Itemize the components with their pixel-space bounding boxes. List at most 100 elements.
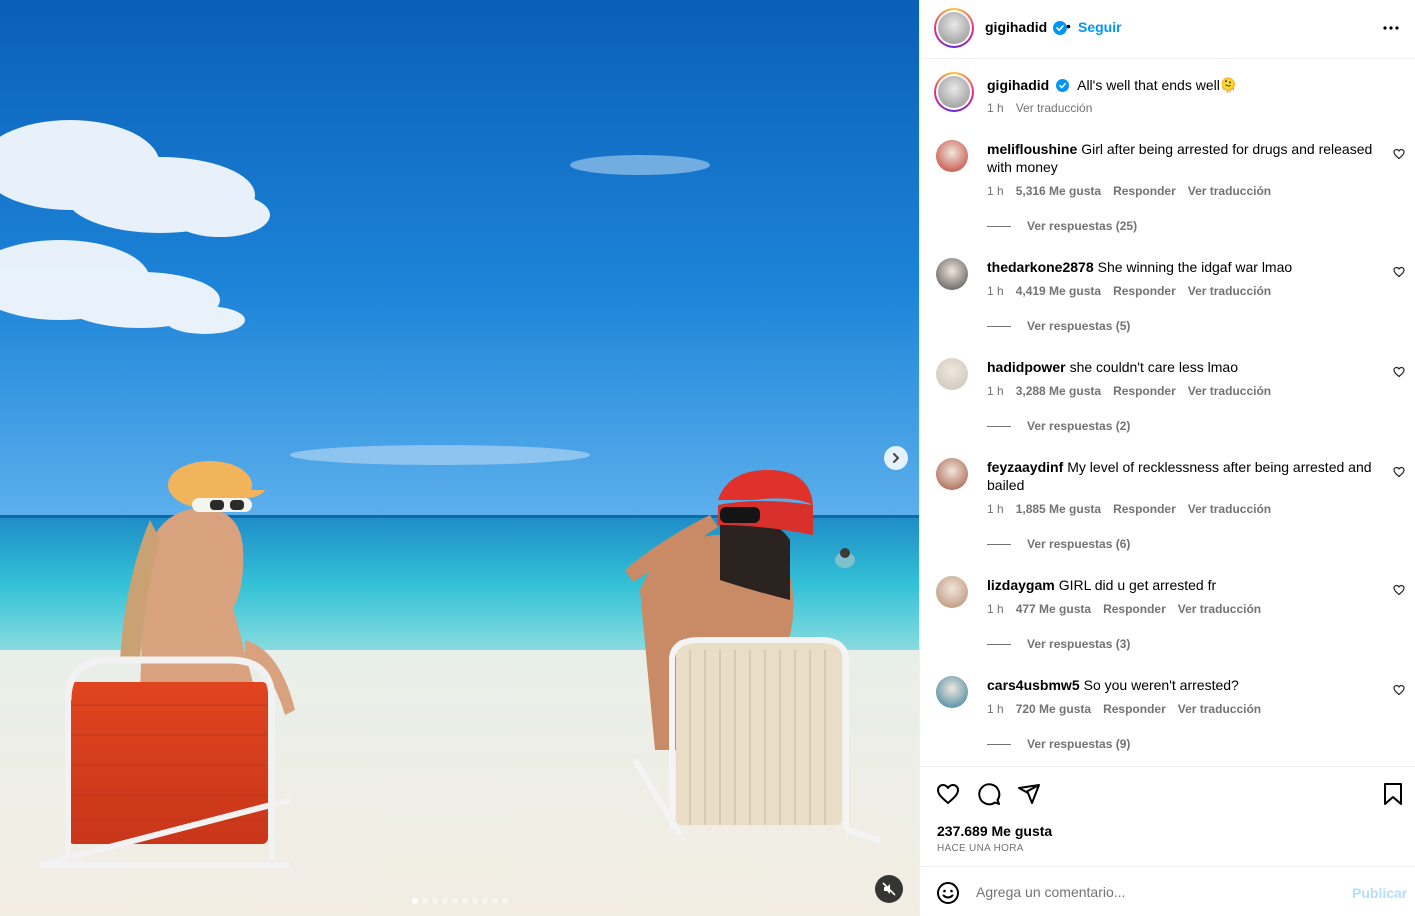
- comment-likes-count[interactable]: 477 Me gusta: [1016, 602, 1091, 616]
- comment-translate-link[interactable]: Ver traducción: [1188, 502, 1271, 516]
- comment-avatar[interactable]: [936, 676, 968, 708]
- comment-avatar[interactable]: [936, 458, 968, 490]
- comment-reply-button[interactable]: Responder: [1113, 284, 1176, 298]
- comment-avatar[interactable]: [936, 258, 968, 290]
- carousel-dot: [501, 898, 508, 904]
- comment-composer: Publicar: [920, 866, 1415, 916]
- view-replies-label: Ver respuestas (5): [1027, 319, 1131, 333]
- view-replies-button[interactable]: Ver respuestas (9): [987, 737, 1130, 751]
- view-replies-label: Ver respuestas (9): [1027, 737, 1131, 751]
- carousel-dot: [451, 898, 458, 904]
- share-send-icon[interactable]: [1017, 782, 1041, 806]
- post-header: gigihadid • Seguir: [920, 0, 1415, 59]
- comment-reply-button[interactable]: Responder: [1113, 502, 1176, 516]
- comment-like-heart-icon[interactable]: [1393, 466, 1405, 478]
- post-comment-button[interactable]: Publicar: [1352, 885, 1407, 901]
- likes-count[interactable]: 237.689 Me gusta: [937, 823, 1052, 839]
- save-bookmark-icon[interactable]: [1382, 782, 1404, 806]
- comment-reply-button[interactable]: Responder: [1103, 702, 1166, 716]
- caption-username[interactable]: gigihadid: [987, 77, 1049, 93]
- comment-username[interactable]: cars4usbmw5: [987, 677, 1080, 693]
- comment-username[interactable]: feyzaaydinf: [987, 459, 1063, 475]
- comment-text: So you weren't arrested?: [1083, 677, 1239, 693]
- comment-translate-link[interactable]: Ver traducción: [1178, 602, 1261, 616]
- post-actions: 237.689 Me gusta HACE UNA HORA: [920, 766, 1415, 866]
- comment-text-row: thedarkone2878 She winning the idgaf war …: [987, 258, 1377, 276]
- comment-username[interactable]: melifloushine: [987, 141, 1077, 157]
- comment-likes-count[interactable]: 1,885 Me gusta: [1016, 502, 1101, 516]
- beach-photo: [0, 0, 919, 916]
- author-username[interactable]: gigihadid: [985, 19, 1047, 35]
- caption-meta: 1 h Ver traducción: [987, 101, 1092, 115]
- comment-likes-count[interactable]: 3,288 Me gusta: [1016, 384, 1101, 398]
- comment-time: 1 h: [987, 384, 1004, 398]
- view-replies-button[interactable]: Ver respuestas (2): [987, 419, 1130, 433]
- carousel-dot: [421, 898, 428, 904]
- comment-like-heart-icon[interactable]: [1393, 584, 1405, 596]
- follow-button[interactable]: Seguir: [1078, 19, 1122, 35]
- comment-reply-button[interactable]: Responder: [1113, 384, 1176, 398]
- carousel-dot: [461, 898, 468, 904]
- caption-translate-link[interactable]: Ver traducción: [1016, 101, 1093, 115]
- comment-time: 1 h: [987, 602, 1004, 616]
- comment-like-heart-icon[interactable]: [1393, 148, 1405, 160]
- replies-divider: [987, 543, 1011, 545]
- comment-like-heart-icon[interactable]: [1393, 684, 1405, 696]
- carousel-dot: [471, 898, 478, 904]
- comment-bubble-icon[interactable]: [977, 782, 1001, 806]
- caption-text: All's well that ends well🫠: [1077, 77, 1238, 93]
- comment-avatar[interactable]: [936, 576, 968, 608]
- view-replies-button[interactable]: Ver respuestas (5): [987, 319, 1130, 333]
- carousel-dot: [441, 898, 448, 904]
- comment-translate-link[interactable]: Ver traducción: [1188, 184, 1271, 198]
- comment-text-row: cars4usbmw5 So you weren't arrested?: [987, 676, 1377, 694]
- verified-badge-icon: [1053, 21, 1067, 35]
- author-avatar[interactable]: [934, 8, 974, 48]
- replies-divider: [987, 643, 1011, 645]
- carousel-dot: [481, 898, 488, 904]
- comment-time: 1 h: [987, 502, 1004, 516]
- replies-divider: [987, 225, 1011, 227]
- post-media[interactable]: [0, 0, 919, 916]
- comment-username[interactable]: thedarkone2878: [987, 259, 1094, 275]
- comment-like-heart-icon[interactable]: [1393, 266, 1405, 278]
- comment-reply-button[interactable]: Responder: [1103, 602, 1166, 616]
- caption-avatar[interactable]: [934, 72, 974, 112]
- replies-divider: [987, 425, 1011, 427]
- comment-time: 1 h: [987, 184, 1004, 198]
- comment-text-row: melifloushine Girl after being arrested f…: [987, 140, 1377, 176]
- comment-username[interactable]: hadidpower: [987, 359, 1066, 375]
- view-replies-label: Ver respuestas (2): [1027, 419, 1131, 433]
- carousel-dot: [491, 898, 498, 904]
- comment-translate-link[interactable]: Ver traducción: [1188, 384, 1271, 398]
- view-replies-button[interactable]: Ver respuestas (3): [987, 637, 1130, 651]
- emoji-icon[interactable]: [936, 881, 960, 905]
- comment-likes-count[interactable]: 5,316 Me gusta: [1016, 184, 1101, 198]
- view-replies-label: Ver respuestas (6): [1027, 537, 1131, 551]
- replies-divider: [987, 325, 1011, 327]
- comment-input[interactable]: [976, 879, 1336, 905]
- comments-list[interactable]: gigihadid All's well that ends well🫠 1 h…: [920, 60, 1415, 766]
- comment-time: 1 h: [987, 702, 1004, 716]
- post-timestamp: HACE UNA HORA: [937, 843, 1024, 854]
- comment-translate-link[interactable]: Ver traducción: [1188, 284, 1271, 298]
- comment-meta: 1 h 477 Me gusta Responder Ver traducció…: [987, 602, 1261, 616]
- like-heart-icon[interactable]: [936, 782, 960, 806]
- next-slide-button[interactable]: [884, 446, 908, 470]
- view-replies-button[interactable]: Ver respuestas (6): [987, 537, 1130, 551]
- comment-meta: 1 h 720 Me gusta Responder Ver traducció…: [987, 702, 1261, 716]
- more-options-icon[interactable]: [1382, 19, 1400, 37]
- comment-avatar[interactable]: [936, 140, 968, 172]
- comment-text-row: lizdaygam GIRL did u get arrested fr: [987, 576, 1377, 594]
- comment-likes-count[interactable]: 720 Me gusta: [1016, 702, 1091, 716]
- chevron-right-icon: [893, 453, 899, 463]
- comment-like-heart-icon[interactable]: [1393, 366, 1405, 378]
- comment-meta: 1 h 5,316 Me gusta Responder Ver traducc…: [987, 184, 1271, 198]
- comment-likes-count[interactable]: 4,419 Me gusta: [1016, 284, 1101, 298]
- comment-avatar[interactable]: [936, 358, 968, 390]
- comment-username[interactable]: lizdaygam: [987, 577, 1055, 593]
- view-replies-button[interactable]: Ver respuestas (25): [987, 219, 1137, 233]
- comment-reply-button[interactable]: Responder: [1113, 184, 1176, 198]
- comment-translate-link[interactable]: Ver traducción: [1178, 702, 1261, 716]
- verified-badge-icon: [1056, 79, 1070, 92]
